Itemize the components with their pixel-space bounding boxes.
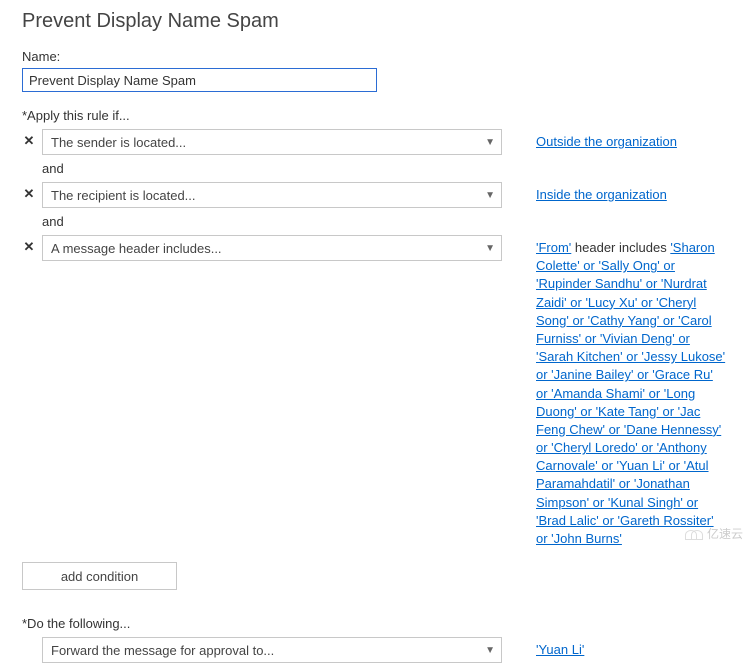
action-row: ✕ Forward the message for approval to...…	[22, 637, 727, 663]
condition-link[interactable]: 'From'	[536, 240, 571, 255]
dropdown-text: Forward the message for approval to...	[51, 643, 274, 658]
remove-condition-button[interactable]: ✕	[22, 235, 36, 259]
condition-link[interactable]: 'Sharon Colette' or 'Sally Ong' or 'Rupi…	[536, 240, 725, 546]
condition-row: ✕ The sender is located... ▼ Outside the…	[22, 129, 727, 155]
chevron-down-icon: ▼	[485, 137, 495, 148]
and-separator: and	[42, 161, 727, 176]
condition-link[interactable]: Outside the organization	[536, 134, 677, 149]
and-separator: and	[42, 214, 727, 229]
chevron-down-icon: ▼	[485, 243, 495, 254]
condition-link[interactable]: Inside the organization	[536, 187, 667, 202]
dropdown-text: A message header includes...	[51, 241, 222, 256]
condition-value: Outside the organization	[536, 129, 727, 151]
apply-rule-label: *Apply this rule if...	[22, 108, 727, 123]
name-input[interactable]	[22, 68, 377, 92]
condition-dropdown[interactable]: The recipient is located... ▼	[42, 182, 502, 208]
condition-dropdown[interactable]: A message header includes... ▼	[42, 235, 502, 261]
remove-condition-button[interactable]: ✕	[22, 182, 36, 206]
cloud-icon	[685, 528, 703, 540]
dropdown-text: The sender is located...	[51, 135, 186, 150]
condition-value: 'From' header includes 'Sharon Colette' …	[536, 235, 727, 548]
action-dropdown[interactable]: Forward the message for approval to... ▼	[42, 637, 502, 663]
chevron-down-icon: ▼	[485, 190, 495, 201]
remove-condition-button[interactable]: ✕	[22, 129, 36, 153]
do-following-label: *Do the following...	[22, 616, 727, 631]
action-value: 'Yuan Li'	[536, 637, 727, 659]
name-label: Name:	[22, 49, 727, 64]
condition-value: Inside the organization	[536, 182, 727, 204]
watermark: 亿速云	[685, 525, 743, 542]
watermark-text: 亿速云	[707, 525, 743, 542]
chevron-down-icon: ▼	[485, 645, 495, 656]
condition-row: ✕ The recipient is located... ▼ Inside t…	[22, 182, 727, 208]
action-link[interactable]: 'Yuan Li'	[536, 642, 584, 657]
add-condition-button[interactable]: add condition	[22, 562, 177, 590]
condition-row: ✕ A message header includes... ▼ 'From' …	[22, 235, 727, 548]
condition-plain: header includes	[571, 240, 670, 255]
page-title: Prevent Display Name Spam	[0, 0, 749, 49]
condition-dropdown[interactable]: The sender is located... ▼	[42, 129, 502, 155]
dropdown-text: The recipient is located...	[51, 188, 196, 203]
